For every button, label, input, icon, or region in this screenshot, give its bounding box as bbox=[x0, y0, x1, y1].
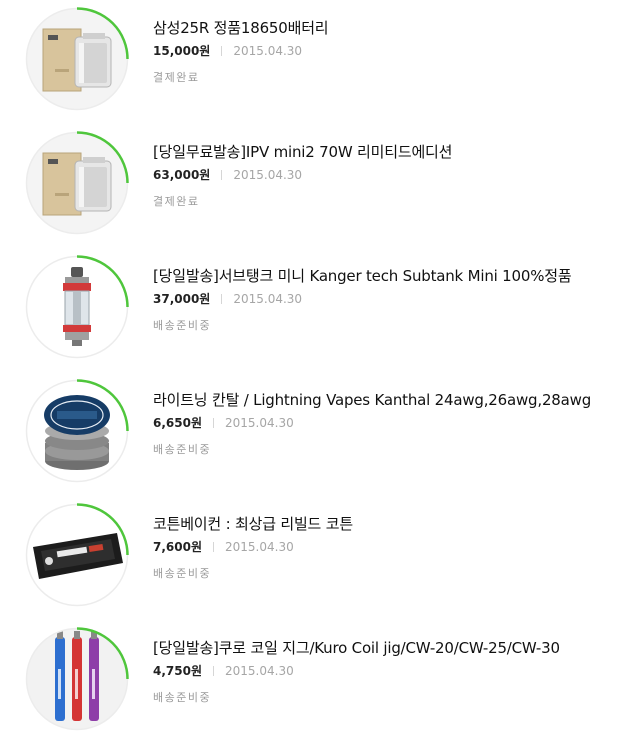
order-info: [당일무료발송]IPV mini2 70W 리미티드에디션 63,000원 201… bbox=[153, 142, 623, 210]
order-meta: 7,600원 2015.04.30 bbox=[153, 539, 623, 556]
product-price: 4,750원 bbox=[153, 664, 202, 678]
order-info: 라이트닝 칸탈 / Lightning Vapes Kanthal 24awg,… bbox=[153, 390, 623, 458]
divider bbox=[221, 46, 223, 56]
product-price: 63,000원 bbox=[153, 168, 211, 182]
order-status: 결제완료 bbox=[153, 71, 200, 84]
order-info: [당일발송]서브탱크 미니 Kanger tech Subtank Mini 1… bbox=[153, 266, 623, 334]
order-item[interactable]: 라이트닝 칸탈 / Lightning Vapes Kanthal 24awg,… bbox=[0, 372, 630, 483]
order-info: 삼성25R 정품18650배터리 15,000원 2015.04.30 결제완료 bbox=[153, 18, 623, 86]
order-date: 2015.04.30 bbox=[233, 168, 303, 182]
order-item[interactable]: [당일무료발송]IPV mini2 70W 리미티드에디션 63,000원 201… bbox=[0, 124, 630, 235]
product-title[interactable]: 삼성25R 정품18650배터리 bbox=[153, 18, 623, 38]
product-price: 37,000원 bbox=[153, 292, 211, 306]
product-thumbnail[interactable] bbox=[25, 379, 129, 483]
order-item[interactable]: 코튼베이컨 : 최상급 리빌드 코튼 7,600원 2015.04.30 배송준비… bbox=[0, 496, 630, 607]
progress-ring bbox=[25, 379, 129, 483]
order-item[interactable]: [당일발송]서브탱크 미니 Kanger tech Subtank Mini 1… bbox=[0, 248, 630, 359]
order-date: 2015.04.30 bbox=[225, 664, 294, 678]
divider bbox=[221, 170, 223, 180]
order-item[interactable]: 삼성25R 정품18650배터리 15,000원 2015.04.30 결제완료 bbox=[0, 0, 630, 111]
progress-ring bbox=[25, 7, 129, 111]
order-date: 2015.04.30 bbox=[233, 292, 303, 306]
product-title[interactable]: 코튼베이컨 : 최상급 리빌드 코튼 bbox=[153, 514, 623, 534]
product-price: 6,650원 bbox=[153, 416, 202, 430]
product-title[interactable]: [당일무료발송]IPV mini2 70W 리미티드에디션 bbox=[153, 142, 623, 162]
order-info: [당일발송]쿠로 코일 지그/Kuro Coil jig/CW-20/CW-25… bbox=[153, 638, 623, 706]
product-title[interactable]: [당일발송]서브탱크 미니 Kanger tech Subtank Mini 1… bbox=[153, 266, 623, 286]
order-status: 배송준비중 bbox=[153, 691, 212, 704]
progress-ring bbox=[25, 131, 129, 235]
progress-ring bbox=[25, 627, 129, 731]
divider bbox=[213, 542, 214, 552]
divider bbox=[221, 294, 223, 304]
product-thumbnail[interactable] bbox=[25, 131, 129, 235]
product-thumbnail[interactable] bbox=[25, 503, 129, 607]
order-status: 결제완료 bbox=[153, 195, 200, 208]
product-thumbnail[interactable] bbox=[25, 7, 129, 111]
progress-ring bbox=[25, 503, 129, 607]
order-status: 배송준비중 bbox=[153, 567, 212, 580]
product-price: 15,000원 bbox=[153, 44, 211, 58]
product-title[interactable]: [당일발송]쿠로 코일 지그/Kuro Coil jig/CW-20/CW-25… bbox=[153, 638, 623, 658]
product-price: 7,600원 bbox=[153, 540, 202, 554]
order-date: 2015.04.30 bbox=[225, 540, 294, 554]
product-title[interactable]: 라이트닝 칸탈 / Lightning Vapes Kanthal 24awg,… bbox=[153, 390, 623, 410]
order-status: 배송준비중 bbox=[153, 319, 212, 332]
order-meta: 4,750원 2015.04.30 bbox=[153, 663, 623, 680]
order-meta: 37,000원 2015.04.30 bbox=[153, 291, 623, 308]
progress-ring bbox=[25, 255, 129, 359]
order-date: 2015.04.30 bbox=[225, 416, 294, 430]
product-thumbnail[interactable] bbox=[25, 627, 129, 731]
product-thumbnail[interactable] bbox=[25, 255, 129, 359]
divider bbox=[213, 666, 214, 676]
divider bbox=[213, 418, 214, 428]
order-date: 2015.04.30 bbox=[233, 44, 303, 58]
order-info: 코튼베이컨 : 최상급 리빌드 코튼 7,600원 2015.04.30 배송준비… bbox=[153, 514, 623, 582]
order-status: 배송준비중 bbox=[153, 443, 212, 456]
order-list: 삼성25R 정품18650배터리 15,000원 2015.04.30 결제완료 bbox=[0, 0, 630, 741]
order-item[interactable]: [당일발송]쿠로 코일 지그/Kuro Coil jig/CW-20/CW-25… bbox=[0, 620, 630, 731]
order-meta: 63,000원 2015.04.30 bbox=[153, 167, 623, 184]
order-meta: 6,650원 2015.04.30 bbox=[153, 415, 623, 432]
order-meta: 15,000원 2015.04.30 bbox=[153, 43, 623, 60]
